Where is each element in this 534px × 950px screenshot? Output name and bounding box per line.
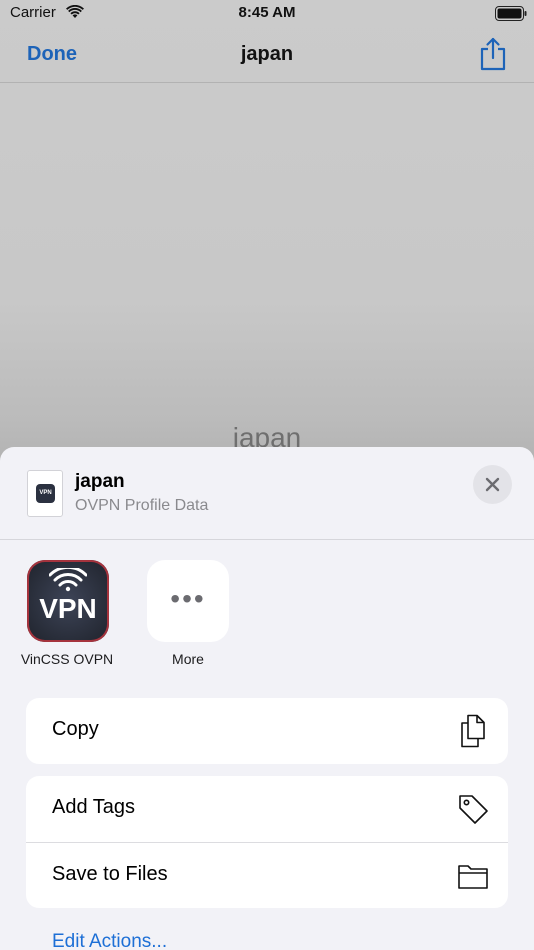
share-icon[interactable] xyxy=(478,37,508,71)
copy-action[interactable]: Copy xyxy=(26,698,508,764)
app-vincss-ovpn[interactable]: VPN VinCSS OVPN xyxy=(0,560,113,670)
status-bar: Carrier 8:45 AM xyxy=(0,0,534,30)
app-share-row: VPN VinCSS OVPN ••• More xyxy=(0,560,534,670)
clock: 8:45 AM xyxy=(238,4,296,21)
file-type: OVPN Profile Data xyxy=(75,497,209,514)
action-label: Save to Files xyxy=(52,863,168,885)
vpn-badge-icon: VPN xyxy=(36,484,55,503)
action-label: Add Tags xyxy=(52,796,136,818)
more-dots: ••• xyxy=(170,583,206,614)
folder-icon xyxy=(458,865,488,889)
vpn-app-icon-text: VPN xyxy=(39,593,97,624)
app-label: VinCSS OVPN xyxy=(20,651,114,667)
action-label: Copy xyxy=(52,718,99,740)
app-more[interactable]: ••• More xyxy=(120,560,230,670)
more-icon: ••• xyxy=(147,560,229,642)
file-thumbnail: VPN xyxy=(27,470,63,517)
add-tags-action[interactable]: Add Tags xyxy=(26,776,508,842)
save-to-files-action[interactable]: Save to Files xyxy=(26,842,508,908)
wifi-signal-icon xyxy=(49,568,87,592)
page-title: japan xyxy=(240,43,294,65)
close-icon xyxy=(485,477,500,492)
action-group-copy: Copy xyxy=(26,698,508,764)
app-label: More xyxy=(172,651,204,667)
share-sheet: VPN japan OVPN Profile Data VPN VinCSS O… xyxy=(0,447,534,950)
file-name: japan xyxy=(75,471,125,492)
edit-actions-link[interactable]: Edit Actions... xyxy=(52,931,167,950)
vpn-app-icon: VPN xyxy=(27,560,109,642)
close-button[interactable] xyxy=(473,465,512,504)
tag-icon xyxy=(459,795,488,824)
action-group-files: Add Tags Save to Files xyxy=(26,776,508,908)
battery-icon xyxy=(495,6,527,21)
navigation-bar: Done japan xyxy=(0,30,534,83)
share-sheet-header: VPN japan OVPN Profile Data xyxy=(0,447,534,540)
copy-icon xyxy=(461,714,485,748)
